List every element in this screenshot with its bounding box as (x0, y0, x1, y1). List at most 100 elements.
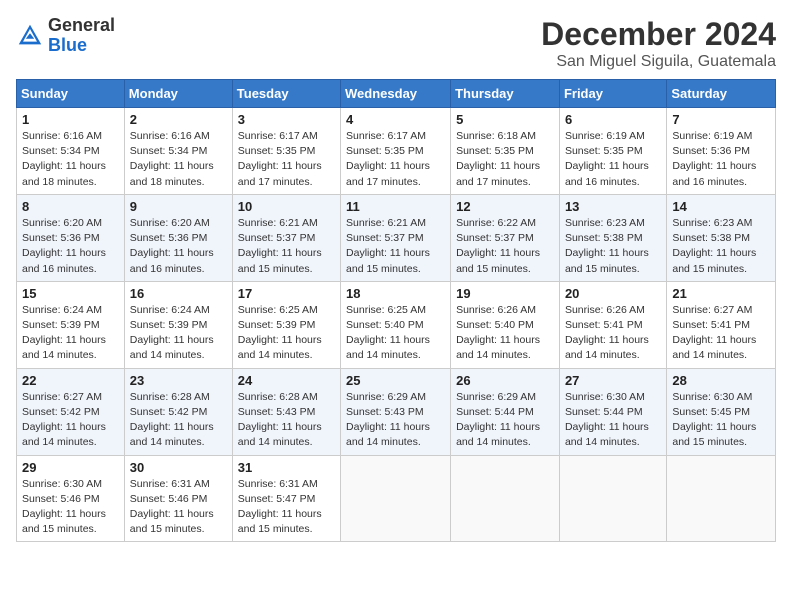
day-number: 2 (130, 112, 227, 127)
day-number: 7 (672, 112, 770, 127)
day-number: 20 (565, 286, 661, 301)
day-info: Sunrise: 6:24 AM Sunset: 5:39 PM Dayligh… (22, 303, 119, 364)
calendar-cell: 27 Sunrise: 6:30 AM Sunset: 5:44 PM Dayli… (559, 368, 666, 455)
day-number: 24 (238, 373, 335, 388)
day-number: 5 (456, 112, 554, 127)
weekday-header-wednesday: Wednesday (341, 80, 451, 108)
day-info: Sunrise: 6:19 AM Sunset: 5:35 PM Dayligh… (565, 129, 661, 190)
day-info: Sunrise: 6:23 AM Sunset: 5:38 PM Dayligh… (672, 216, 770, 277)
day-info: Sunrise: 6:27 AM Sunset: 5:41 PM Dayligh… (672, 303, 770, 364)
calendar-cell: 15 Sunrise: 6:24 AM Sunset: 5:39 PM Dayli… (17, 281, 125, 368)
day-info: Sunrise: 6:18 AM Sunset: 5:35 PM Dayligh… (456, 129, 554, 190)
calendar-cell: 11 Sunrise: 6:21 AM Sunset: 5:37 PM Dayli… (341, 194, 451, 281)
day-info: Sunrise: 6:30 AM Sunset: 5:45 PM Dayligh… (672, 390, 770, 451)
day-info: Sunrise: 6:21 AM Sunset: 5:37 PM Dayligh… (238, 216, 335, 277)
day-number: 22 (22, 373, 119, 388)
calendar-cell (341, 455, 451, 542)
calendar-cell: 23 Sunrise: 6:28 AM Sunset: 5:42 PM Dayli… (124, 368, 232, 455)
calendar-cell: 3 Sunrise: 6:17 AM Sunset: 5:35 PM Daylig… (232, 108, 340, 195)
calendar-cell: 1 Sunrise: 6:16 AM Sunset: 5:34 PM Daylig… (17, 108, 125, 195)
weekday-header-row: SundayMondayTuesdayWednesdayThursdayFrid… (17, 80, 776, 108)
calendar-week-row: 1 Sunrise: 6:16 AM Sunset: 5:34 PM Daylig… (17, 108, 776, 195)
calendar-cell: 21 Sunrise: 6:27 AM Sunset: 5:41 PM Dayli… (667, 281, 776, 368)
day-info: Sunrise: 6:31 AM Sunset: 5:46 PM Dayligh… (130, 477, 227, 538)
day-number: 13 (565, 199, 661, 214)
calendar-cell: 5 Sunrise: 6:18 AM Sunset: 5:35 PM Daylig… (451, 108, 560, 195)
day-info: Sunrise: 6:25 AM Sunset: 5:39 PM Dayligh… (238, 303, 335, 364)
calendar-cell: 13 Sunrise: 6:23 AM Sunset: 5:38 PM Dayli… (559, 194, 666, 281)
weekday-header-sunday: Sunday (17, 80, 125, 108)
location-text: San Miguel Siguila, Guatemala (541, 53, 776, 71)
day-info: Sunrise: 6:26 AM Sunset: 5:40 PM Dayligh… (456, 303, 554, 364)
title-block: December 2024 San Miguel Siguila, Guatem… (541, 16, 776, 71)
calendar-cell: 22 Sunrise: 6:27 AM Sunset: 5:42 PM Dayli… (17, 368, 125, 455)
day-info: Sunrise: 6:30 AM Sunset: 5:44 PM Dayligh… (565, 390, 661, 451)
logo: General Blue (16, 16, 115, 56)
calendar-cell: 17 Sunrise: 6:25 AM Sunset: 5:39 PM Dayli… (232, 281, 340, 368)
weekday-header-friday: Friday (559, 80, 666, 108)
day-number: 8 (22, 199, 119, 214)
calendar-cell (559, 455, 666, 542)
day-number: 15 (22, 286, 119, 301)
calendar-table: SundayMondayTuesdayWednesdayThursdayFrid… (16, 79, 776, 542)
day-number: 21 (672, 286, 770, 301)
calendar-cell: 8 Sunrise: 6:20 AM Sunset: 5:36 PM Daylig… (17, 194, 125, 281)
day-number: 10 (238, 199, 335, 214)
calendar-cell: 26Sunrise: 6:29 AM Sunset: 5:44 PM Dayli… (451, 368, 560, 455)
calendar-cell: 30Sunrise: 6:31 AM Sunset: 5:46 PM Dayli… (124, 455, 232, 542)
day-info: Sunrise: 6:31 AM Sunset: 5:47 PM Dayligh… (238, 477, 335, 538)
day-number: 16 (130, 286, 227, 301)
day-number: 19 (456, 286, 554, 301)
day-info: Sunrise: 6:28 AM Sunset: 5:42 PM Dayligh… (130, 390, 227, 451)
day-number: 12 (456, 199, 554, 214)
logo-general-text: General (48, 15, 115, 35)
calendar-cell (667, 455, 776, 542)
calendar-cell: 7 Sunrise: 6:19 AM Sunset: 5:36 PM Daylig… (667, 108, 776, 195)
calendar-cell: 2 Sunrise: 6:16 AM Sunset: 5:34 PM Daylig… (124, 108, 232, 195)
calendar-week-row: 15 Sunrise: 6:24 AM Sunset: 5:39 PM Dayli… (17, 281, 776, 368)
day-info: Sunrise: 6:21 AM Sunset: 5:37 PM Dayligh… (346, 216, 445, 277)
day-number: 11 (346, 199, 445, 214)
calendar-cell: 14 Sunrise: 6:23 AM Sunset: 5:38 PM Dayli… (667, 194, 776, 281)
calendar-cell: 6 Sunrise: 6:19 AM Sunset: 5:35 PM Daylig… (559, 108, 666, 195)
day-info: Sunrise: 6:29 AM Sunset: 5:44 PM Dayligh… (456, 390, 554, 451)
day-info: Sunrise: 6:26 AM Sunset: 5:41 PM Dayligh… (565, 303, 661, 364)
day-info: Sunrise: 6:23 AM Sunset: 5:38 PM Dayligh… (565, 216, 661, 277)
day-info: Sunrise: 6:30 AM Sunset: 5:46 PM Dayligh… (22, 477, 119, 538)
calendar-cell: 12Sunrise: 6:22 AM Sunset: 5:37 PM Dayli… (451, 194, 560, 281)
day-info: Sunrise: 6:20 AM Sunset: 5:36 PM Dayligh… (22, 216, 119, 277)
day-info: Sunrise: 6:16 AM Sunset: 5:34 PM Dayligh… (22, 129, 119, 190)
calendar-cell: 20 Sunrise: 6:26 AM Sunset: 5:41 PM Dayli… (559, 281, 666, 368)
weekday-header-saturday: Saturday (667, 80, 776, 108)
calendar-cell: 28Sunrise: 6:30 AM Sunset: 5:45 PM Dayli… (667, 368, 776, 455)
calendar-cell: 24Sunrise: 6:28 AM Sunset: 5:43 PM Dayli… (232, 368, 340, 455)
day-number: 17 (238, 286, 335, 301)
calendar-week-row: 22 Sunrise: 6:27 AM Sunset: 5:42 PM Dayli… (17, 368, 776, 455)
day-info: Sunrise: 6:16 AM Sunset: 5:34 PM Dayligh… (130, 129, 227, 190)
calendar-week-row: 8 Sunrise: 6:20 AM Sunset: 5:36 PM Daylig… (17, 194, 776, 281)
day-number: 4 (346, 112, 445, 127)
calendar-cell: 25Sunrise: 6:29 AM Sunset: 5:43 PM Dayli… (341, 368, 451, 455)
day-number: 3 (238, 112, 335, 127)
weekday-header-thursday: Thursday (451, 80, 560, 108)
day-number: 6 (565, 112, 661, 127)
day-number: 23 (130, 373, 227, 388)
day-info: Sunrise: 6:17 AM Sunset: 5:35 PM Dayligh… (238, 129, 335, 190)
day-number: 31 (238, 460, 335, 475)
day-number: 27 (565, 373, 661, 388)
day-info: Sunrise: 6:17 AM Sunset: 5:35 PM Dayligh… (346, 129, 445, 190)
day-info: Sunrise: 6:25 AM Sunset: 5:40 PM Dayligh… (346, 303, 445, 364)
calendar-cell: 31 Sunrise: 6:31 AM Sunset: 5:47 PM Dayli… (232, 455, 340, 542)
calendar-cell: 4 Sunrise: 6:17 AM Sunset: 5:35 PM Daylig… (341, 108, 451, 195)
day-number: 1 (22, 112, 119, 127)
month-title: December 2024 (541, 16, 776, 53)
calendar-cell: 16Sunrise: 6:24 AM Sunset: 5:39 PM Dayli… (124, 281, 232, 368)
day-info: Sunrise: 6:20 AM Sunset: 5:36 PM Dayligh… (130, 216, 227, 277)
logo-text: General Blue (48, 16, 115, 56)
day-info: Sunrise: 6:19 AM Sunset: 5:36 PM Dayligh… (672, 129, 770, 190)
day-number: 18 (346, 286, 445, 301)
day-number: 25 (346, 373, 445, 388)
day-info: Sunrise: 6:27 AM Sunset: 5:42 PM Dayligh… (22, 390, 119, 451)
calendar-cell: 18 Sunrise: 6:25 AM Sunset: 5:40 PM Dayli… (341, 281, 451, 368)
day-number: 14 (672, 199, 770, 214)
